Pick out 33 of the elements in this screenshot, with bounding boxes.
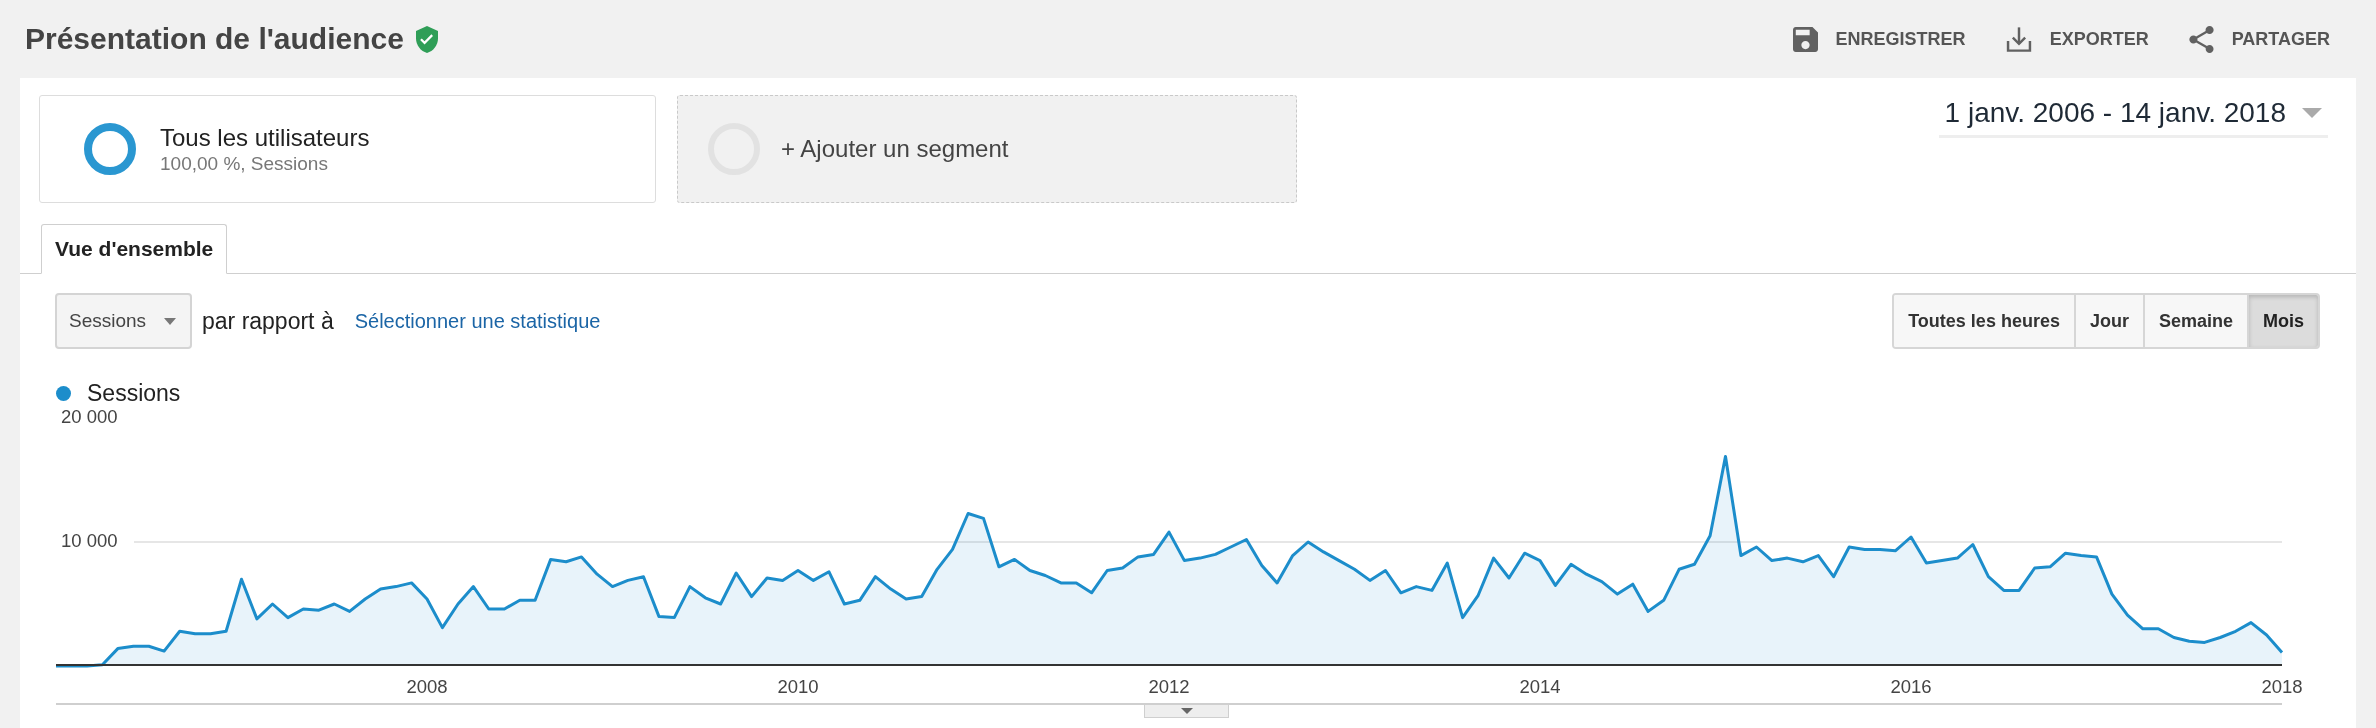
- time-range-button[interactable]: Jour: [2073, 295, 2143, 347]
- caret-icon: [2302, 108, 2322, 118]
- legend-label: Sessions: [87, 380, 181, 406]
- donut-icon: [84, 123, 136, 175]
- page-title: Présentation de l'audience: [25, 24, 404, 54]
- axis-label: 20 000: [61, 405, 118, 427]
- share-icon: [2188, 25, 2214, 53]
- time-range-button[interactable]: Toutes les heures: [1894, 295, 2074, 347]
- compare-label: par rapport à: [202, 306, 334, 336]
- caret-icon: [164, 317, 176, 325]
- select-metric-link[interactable]: Sélectionner une statistique: [354, 306, 601, 336]
- axis-label: 2008: [406, 675, 448, 697]
- date-range-picker[interactable]: 1 janv. 2006 - 14 janv. 2018: [1938, 95, 2328, 138]
- time-range-button[interactable]: Semaine: [2142, 295, 2247, 347]
- segment-detail: 100,00 %, Sessions: [160, 152, 329, 175]
- segment-name: Tous les utilisateurs: [160, 123, 370, 152]
- axis-label: 2010: [777, 675, 819, 697]
- axis-label: 2018: [2261, 675, 2303, 697]
- caret-icon: [1180, 708, 1193, 714]
- chart-toggle-tab[interactable]: [1144, 705, 1229, 718]
- tab[interactable]: Vue d'ensemble: [41, 224, 228, 274]
- toolbar-button[interactable]: ENREGISTRER: [1792, 25, 1966, 53]
- download-icon: [2005, 26, 2032, 52]
- segment-card[interactable]: Tous les utilisateurs 100,00 %, Sessions: [39, 95, 656, 203]
- axis-label: 2012: [1148, 675, 1190, 697]
- time-range-button[interactable]: Mois: [2247, 295, 2318, 347]
- metric-dropdown[interactable]: Sessions: [55, 293, 192, 349]
- toolbar-button[interactable]: EXPORTER: [2005, 25, 2149, 53]
- toolbar-button[interactable]: PARTAGER: [2188, 25, 2330, 53]
- add-segment-button[interactable]: + Ajouter un segment: [677, 95, 1297, 203]
- axis-label: 2014: [1519, 675, 1561, 697]
- axis-label: 10 000: [61, 529, 118, 551]
- axis-label: 2016: [1890, 675, 1932, 697]
